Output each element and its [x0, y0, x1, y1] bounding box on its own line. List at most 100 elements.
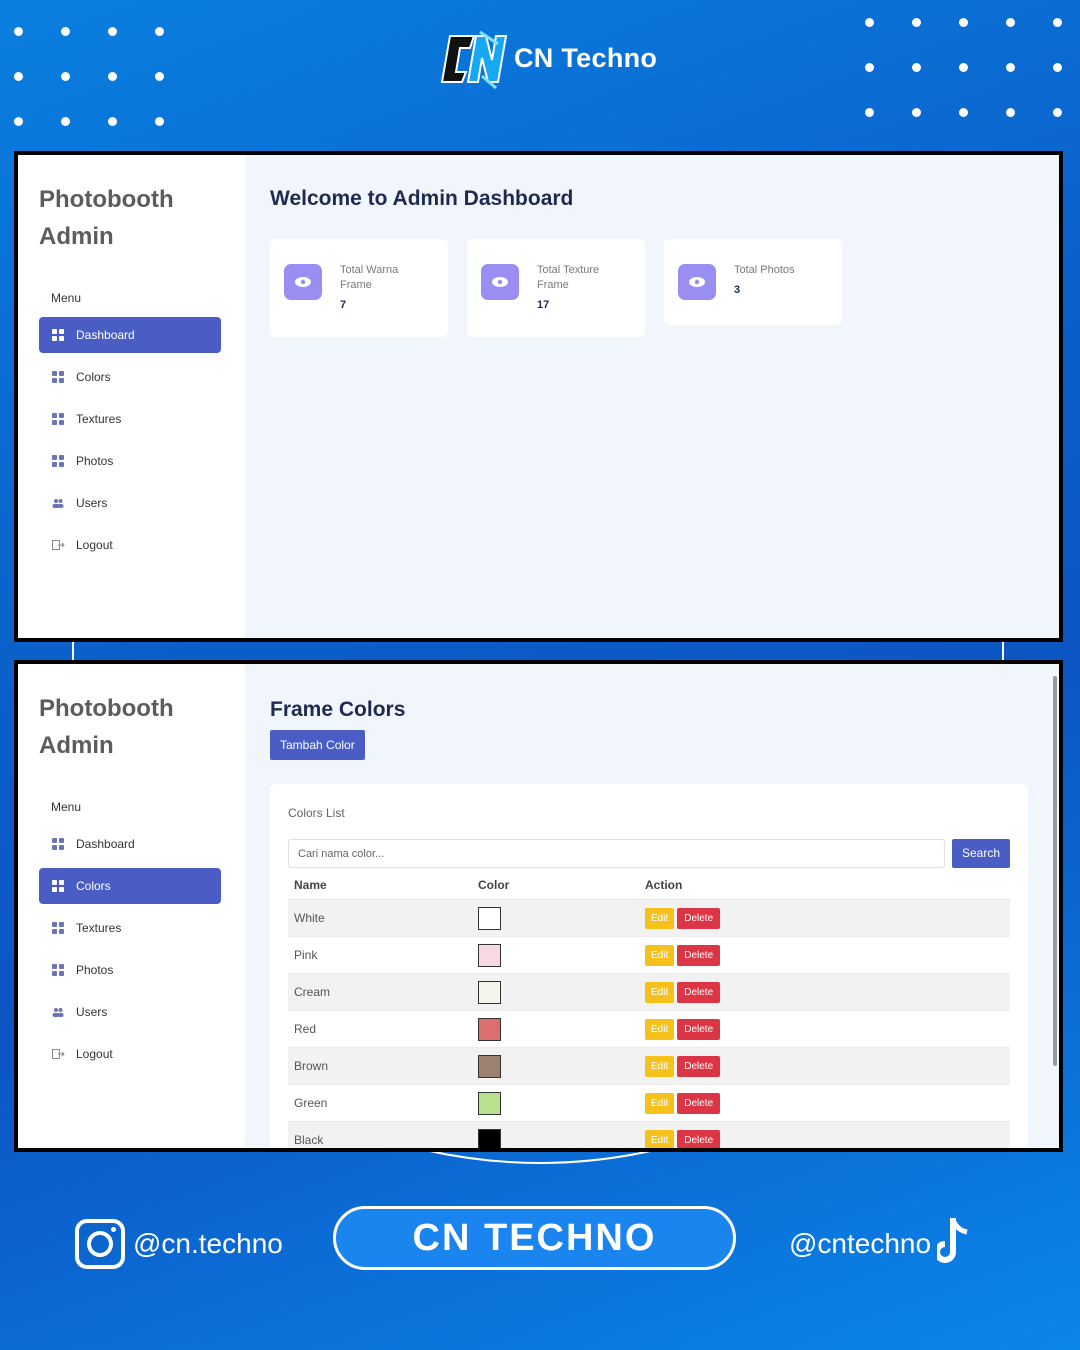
- grid-icon: [52, 455, 64, 467]
- sidebar-item-photos[interactable]: Photos: [39, 443, 221, 479]
- sidebar-title: Photobooth Admin: [39, 695, 174, 759]
- sidebar-item-label: Colors: [76, 879, 111, 893]
- sidebar-item-label: Users: [76, 1005, 108, 1019]
- color-swatch: [478, 943, 501, 967]
- column-header-name: Name: [294, 877, 327, 892]
- grid-icon: [52, 838, 64, 850]
- action-cell: Edit Delete: [645, 1055, 721, 1077]
- table-header: Name Color Action: [288, 870, 1010, 900]
- search-input[interactable]: [288, 839, 945, 868]
- users-icon: [52, 497, 64, 509]
- delete-button[interactable]: Delete: [677, 1092, 721, 1114]
- eye-icon: [284, 264, 322, 300]
- color-swatch: [478, 1128, 501, 1148]
- eye-icon: [678, 264, 716, 300]
- delete-button[interactable]: Delete: [677, 944, 721, 966]
- delete-button[interactable]: Delete: [677, 1018, 721, 1040]
- page-title: Welcome to Admin Dashboard: [270, 187, 574, 210]
- edit-button[interactable]: Edit: [645, 1129, 675, 1148]
- menu-label: Menu: [51, 291, 82, 305]
- stat-card-value: 7: [340, 299, 347, 311]
- stat-card-photos: Total Photos 3: [664, 239, 842, 325]
- grid-icon: [52, 371, 64, 383]
- tiktok-handle: @cntechno: [789, 1216, 971, 1271]
- edit-button[interactable]: Edit: [645, 907, 675, 929]
- edit-button[interactable]: Edit: [645, 944, 675, 966]
- scrollbar[interactable]: [1053, 676, 1057, 1066]
- color-swatch: [478, 980, 501, 1004]
- column-header-color: Color: [478, 877, 510, 892]
- delete-button[interactable]: Delete: [677, 1129, 721, 1148]
- table-row: Green Edit Delete: [288, 1085, 1010, 1122]
- brand-logo: [440, 26, 510, 90]
- users-icon: [52, 1006, 64, 1018]
- search-button[interactable]: Search: [952, 839, 1010, 868]
- action-cell: Edit Delete: [645, 981, 721, 1003]
- color-cell: [478, 943, 645, 967]
- grid-icon: [52, 413, 64, 425]
- sidebar-item-logout[interactable]: Logout: [39, 1036, 221, 1072]
- sidebar-item-logout[interactable]: Logout: [39, 527, 221, 563]
- logout-icon: [52, 1048, 65, 1060]
- sidebar-item-textures[interactable]: Textures: [39, 401, 221, 437]
- instagram-text: @cn.techno: [133, 1228, 283, 1259]
- edit-button[interactable]: Edit: [645, 1018, 675, 1040]
- tiktok-text: @cntechno: [789, 1227, 932, 1259]
- table-body: White Edit Delete Pink Edit Delete Cream Edit De…: [288, 900, 1010, 1148]
- grid-icon: [52, 964, 64, 976]
- edit-button[interactable]: Edit: [645, 981, 675, 1003]
- color-swatch: [478, 906, 501, 930]
- sidebar-item-textures[interactable]: Textures: [39, 910, 221, 946]
- edit-button[interactable]: Edit: [645, 1092, 675, 1114]
- stat-card-label: Total Warna Frame: [340, 264, 399, 291]
- stat-card-value: 3: [734, 284, 741, 296]
- main-content: Frame Colors Tambah Color Colors List Se…: [245, 664, 1059, 1148]
- sidebar-item-label: Logout: [76, 1047, 113, 1061]
- sidebar-title: Photobooth Admin: [39, 186, 174, 250]
- brand-header: CN Techno: [440, 26, 657, 90]
- sidebar-item-dashboard[interactable]: Dashboard: [39, 317, 221, 353]
- sidebar-item-dashboard[interactable]: Dashboard: [39, 826, 221, 862]
- sidebar-item-label: Photos: [76, 454, 114, 468]
- instagram-icon: [75, 1219, 125, 1269]
- color-cell: [478, 1017, 645, 1041]
- color-cell: [478, 1091, 645, 1115]
- sidebar-item-colors[interactable]: Colors: [39, 359, 221, 395]
- delete-button[interactable]: Delete: [677, 907, 721, 929]
- sidebar-item-colors[interactable]: Colors: [39, 868, 221, 904]
- decorative-dots-left: [14, 27, 202, 126]
- stat-card-label: Total Photos: [734, 264, 795, 276]
- color-cell: [478, 1128, 645, 1148]
- add-color-button[interactable]: Tambah Color: [270, 730, 365, 760]
- table-row: Brown Edit Delete: [288, 1048, 1010, 1085]
- connector-line-right: [1002, 642, 1004, 660]
- screenshot-frame-colors: Photobooth Admin Menu Dashboard Colors T…: [14, 660, 1063, 1152]
- delete-button[interactable]: Delete: [677, 1055, 721, 1077]
- brand-pill: CN TECHNO: [333, 1206, 736, 1270]
- color-name: Cream: [294, 985, 331, 999]
- stat-card-label: Total Texture Frame: [537, 264, 600, 291]
- sidebar-item-label: Logout: [76, 538, 113, 552]
- sidebar-item-label: Dashboard: [76, 837, 135, 851]
- main-content: Welcome to Admin Dashboard Total Warna F…: [245, 155, 1059, 638]
- sidebar-menu: Dashboard Colors Textures Photos Users L…: [39, 317, 221, 569]
- colors-table: Name Color Action White Edit Delete Pink Edi…: [288, 870, 1010, 1148]
- edit-button[interactable]: Edit: [645, 1055, 675, 1077]
- brand-name: CN Techno: [514, 42, 658, 73]
- menu-label: Menu: [51, 800, 82, 814]
- screenshot-dashboard: Photobooth Admin Menu Dashboard Colors T…: [14, 151, 1063, 642]
- sidebar-item-users[interactable]: Users: [39, 485, 221, 521]
- connector-line-left: [72, 642, 74, 660]
- action-cell: Edit Delete: [645, 1129, 721, 1148]
- sidebar-item-photos[interactable]: Photos: [39, 952, 221, 988]
- sidebar-item-label: Colors: [76, 370, 111, 384]
- color-name: Brown: [294, 1059, 329, 1073]
- sidebar: Photobooth Admin Menu Dashboard Colors T…: [18, 155, 245, 638]
- color-swatch: [478, 1054, 501, 1078]
- table-row: Black Edit Delete: [288, 1122, 1010, 1148]
- delete-button[interactable]: Delete: [677, 981, 721, 1003]
- color-cell: [478, 980, 645, 1004]
- action-cell: Edit Delete: [645, 1092, 721, 1114]
- sidebar-item-users[interactable]: Users: [39, 994, 221, 1030]
- column-header-action: Action: [645, 877, 683, 892]
